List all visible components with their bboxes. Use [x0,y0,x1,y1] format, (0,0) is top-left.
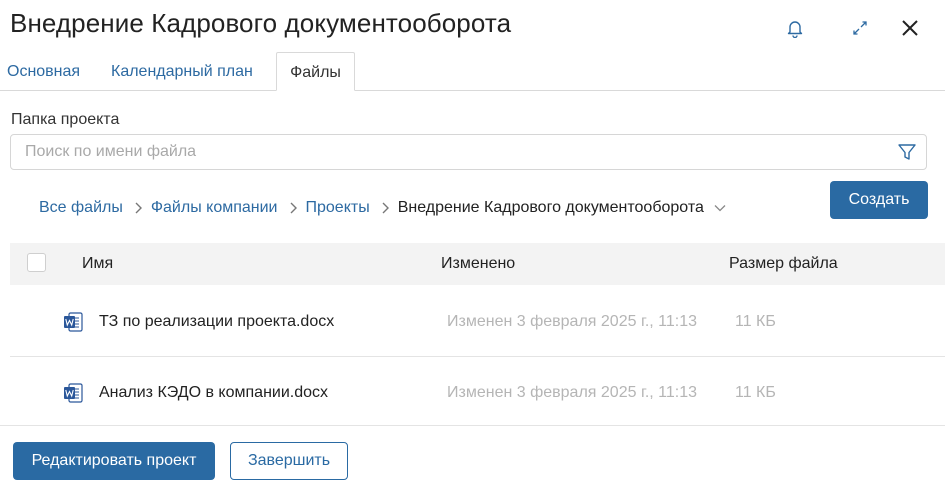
tab-files[interactable]: Файлы [276,52,355,91]
expand-icon[interactable] [848,16,872,40]
bell-icon[interactable] [783,16,807,40]
tab-bar: Основная Календарный план Файлы [0,52,945,91]
file-modified: Изменен 3 февраля 2025 г., 11:13 [447,313,698,330]
file-name[interactable]: ТЗ по реализации проекта.docx [99,286,334,357]
word-doc-icon [63,383,83,403]
chevron-right-icon [381,202,389,214]
page-title: Внедрение Кадрового документооборота [10,8,512,38]
breadcrumb: Все файлы Файлы компании Проекты Внедрен… [39,197,726,219]
column-header-size[interactable]: Размер файла [729,243,838,285]
file-size: 11 КБ [735,384,776,401]
breadcrumb-all-files[interactable]: Все файлы [39,199,123,217]
search-field [10,134,927,170]
create-button[interactable]: Создать [830,181,928,219]
footer-divider [0,425,945,426]
chevron-right-icon [289,202,297,214]
table-row[interactable]: Анализ КЭДО в компании.docx Изменен 3 фе… [10,357,945,428]
file-size: 11 КБ [735,313,776,330]
tab-calendar-plan[interactable]: Календарный план [111,52,253,91]
filter-icon[interactable] [897,142,917,162]
breadcrumb-current-folder: Внедрение Кадрового документооборота [397,199,704,216]
table-row[interactable]: ТЗ по реализации проекта.docx Изменен 3 … [10,286,945,357]
edit-project-button[interactable]: Редактировать проект [13,442,215,480]
chevron-down-icon[interactable] [714,203,726,213]
chevron-right-icon [134,202,142,214]
breadcrumb-projects[interactable]: Проекты [306,199,370,217]
file-name[interactable]: Анализ КЭДО в компании.docx [99,357,328,428]
file-modified: Изменен 3 февраля 2025 г., 11:13 [447,384,698,401]
project-folder-label: Папка проекта [11,111,120,128]
search-input[interactable] [25,135,885,169]
breadcrumb-company-files[interactable]: Файлы компании [151,199,278,217]
close-icon[interactable] [898,16,922,40]
select-all-checkbox[interactable] [27,253,46,272]
tab-main[interactable]: Основная [7,52,80,91]
column-header-modified[interactable]: Изменено [441,243,515,285]
modal-header: Внедрение Кадрового документооборота [10,6,945,46]
finish-button[interactable]: Завершить [230,442,348,480]
table-header: Имя Изменено Размер файла [10,243,945,285]
word-doc-icon [63,312,83,332]
column-header-name[interactable]: Имя [82,243,113,285]
